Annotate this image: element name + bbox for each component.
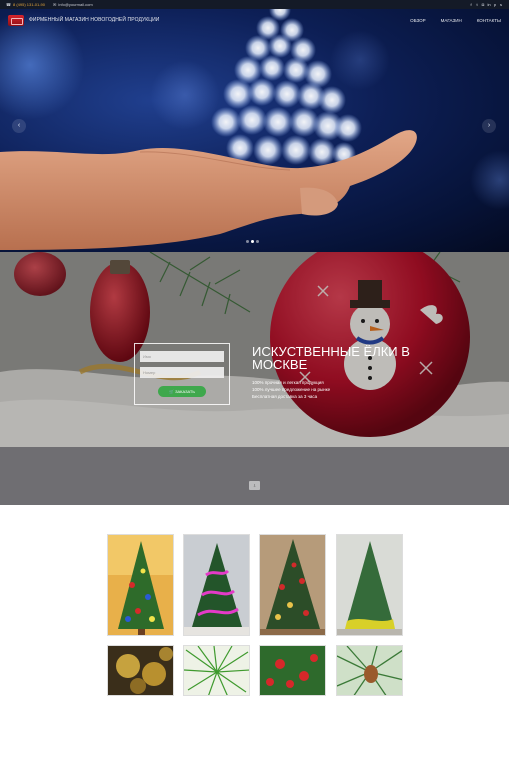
slider-next-arrow[interactable]: › xyxy=(482,119,496,133)
gallery-image[interactable] xyxy=(107,645,174,696)
gallery-image[interactable] xyxy=(336,534,403,636)
logo[interactable] xyxy=(8,14,24,26)
gray-band: ⇩ xyxy=(0,447,509,505)
phone-number[interactable]: 8 (495) 131-01-90 xyxy=(13,2,45,7)
promo-title: ИСКУСТВЕННЫЕ ЁЛКИ В МОСКВЕ xyxy=(252,344,410,372)
order-button-label: ЗАКАЗАТЬ xyxy=(175,389,195,394)
feature-item: Бесплатная доставка за 3 часа xyxy=(252,394,318,399)
feature-item: 100% прочная и легкая продукция xyxy=(252,380,324,385)
gallery-image[interactable] xyxy=(183,645,250,696)
hero-image xyxy=(0,0,417,250)
brand-name[interactable]: ФИРМЕННЫЙ МАГАЗИН НОВОГОДНЕЙ ПРОДУКЦИИ xyxy=(29,17,159,23)
order-button[interactable]: 🛒 ЗАКАЗАТЬ xyxy=(158,386,206,397)
product-gallery xyxy=(0,505,509,764)
phone-input[interactable]: Номер xyxy=(140,367,224,378)
nav-item-overview[interactable]: ОБЗОР xyxy=(410,18,426,23)
feature-list: 100% прочная и легкая продукция 100% луч… xyxy=(252,379,330,400)
gallery-image[interactable] xyxy=(259,534,326,636)
social-links: f t ◘ in p s xyxy=(469,2,503,7)
slider-dot[interactable] xyxy=(256,240,259,243)
site-header: ФИРМЕННЫЙ МАГАЗИН НОВОГОДНЕЙ ПРОДУКЦИИ О… xyxy=(0,9,509,31)
instagram-icon[interactable]: ◘ xyxy=(481,2,485,7)
email-contact[interactable]: ✉ info@yourmail.com xyxy=(53,2,93,7)
slider-dots xyxy=(246,240,259,243)
page: ‹ › ☎ 8 (495) 131-01-90 ✉ info@yourmail.… xyxy=(0,0,509,764)
gallery-image[interactable] xyxy=(259,645,326,696)
order-form: Имя Номер 🛒 ЗАКАЗАТЬ xyxy=(134,343,230,405)
slider-dot-active[interactable] xyxy=(251,240,254,243)
phone-icon: ☎ xyxy=(6,2,11,7)
twitter-icon[interactable]: t xyxy=(475,2,479,7)
gallery-image[interactable] xyxy=(336,645,403,696)
slider-dot[interactable] xyxy=(246,240,249,243)
hero-slider: ‹ › xyxy=(0,0,509,252)
phone-contact[interactable]: ☎ 8 (495) 131-01-90 xyxy=(6,2,45,7)
pinterest-icon[interactable]: p xyxy=(493,2,497,7)
scroll-down-icon[interactable]: ⇩ xyxy=(249,481,260,490)
top-bar: ☎ 8 (495) 131-01-90 ✉ info@yourmail.com … xyxy=(0,0,509,9)
linkedin-icon[interactable]: in xyxy=(487,2,491,7)
gallery-image[interactable] xyxy=(107,534,174,636)
promo-section: Имя Номер 🛒 ЗАКАЗАТЬ ИСКУСТВЕННЫЕ ЁЛКИ В… xyxy=(0,252,509,447)
name-input[interactable]: Имя xyxy=(140,351,224,362)
skype-icon[interactable]: s xyxy=(499,2,503,7)
nav-item-contacts[interactable]: КОНТАКТЫ xyxy=(477,18,501,23)
gallery-image[interactable] xyxy=(183,534,250,636)
slider-prev-arrow[interactable]: ‹ xyxy=(12,119,26,133)
feature-item: 100% лучшее предложение на рынке xyxy=(252,387,331,392)
main-nav: ОБЗОР МАГАЗИН КОНТАКТЫ xyxy=(410,18,501,23)
facebook-icon[interactable]: f xyxy=(469,2,473,7)
mail-icon: ✉ xyxy=(53,2,57,7)
email-address[interactable]: info@yourmail.com xyxy=(58,2,92,7)
nav-item-shop[interactable]: МАГАЗИН xyxy=(441,18,462,23)
